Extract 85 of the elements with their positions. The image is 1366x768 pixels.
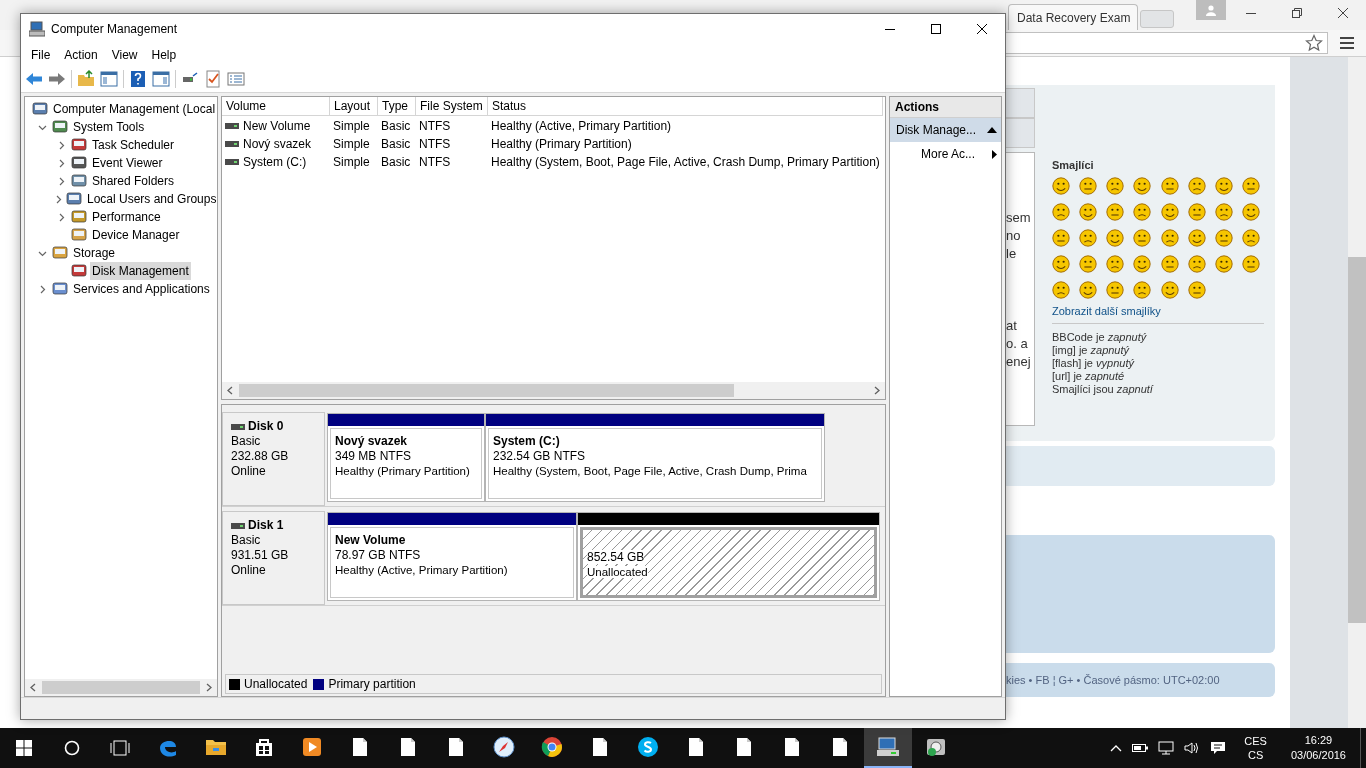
column-header[interactable]: Layout [330, 97, 378, 116]
column-header[interactable]: Status [488, 97, 883, 116]
partition-status: Unallocated [587, 565, 649, 580]
table-cell-text: New Volume [243, 118, 311, 135]
table-cell-text: NTFS [419, 136, 451, 153]
menu-item[interactable]: Help [144, 46, 184, 64]
option-status-text: Smajlíci jsou zapnutí [1052, 383, 1155, 396]
disk-status: Online [231, 563, 267, 578]
menu-item[interactable]: File [24, 46, 58, 64]
disk-label-panel[interactable]: Disk 1 Basic 931.51 GB Online [222, 511, 325, 605]
actions-header: Actions [890, 97, 1001, 118]
menu-item[interactable]: View [104, 46, 145, 64]
message-textarea[interactable]: sem no le at o. a enej [1005, 152, 1035, 426]
disk-type: Basic [231, 434, 262, 449]
option-status-text: [flash] je vypnutý [1052, 357, 1136, 370]
table-cell-text: Simple [333, 136, 370, 153]
partition-name: System (C:) [493, 434, 561, 449]
more-smileys-link[interactable]: Zobrazit další smajlíky [1052, 302, 1265, 319]
smileys-heading: Smajlíci [1052, 158, 1095, 173]
tab-title: Data Recovery Exam [1017, 9, 1131, 27]
partition-block[interactable]: Nový svazek 349 MB NTFS Healthy (Primary Partition) [327, 413, 485, 502]
table-cell-text: Healthy (Active, Primary Partition) [491, 118, 672, 135]
footer-text: kies • FB ¦ G+ • Časové pásmo: UTC+02:00 [1006, 672, 1220, 688]
more-actions-link[interactable]: More Ac... [890, 142, 1001, 166]
table-cell-text: Simple [333, 154, 370, 171]
disk-name: Disk 1 [248, 518, 284, 533]
tree-item[interactable]: System Tools [71, 118, 147, 136]
partition-block[interactable]: New Volume 78.97 GB NTFS Healthy (Active, Primary Partition) [327, 512, 577, 601]
textarea-text: enej [1006, 353, 1032, 371]
tree-item[interactable]: Task Scheduler [90, 136, 177, 154]
textarea-text: le [1006, 245, 1018, 263]
tree-item[interactable]: Local Users and Groups [85, 190, 217, 208]
legend-label: Unallocated [244, 676, 308, 693]
input-language[interactable]: CES CS [1244, 734, 1267, 762]
column-header[interactable]: File System [416, 97, 488, 116]
tree-item[interactable]: Shared Folders [90, 172, 177, 190]
partition-block[interactable]: System (C:) 232.54 GB NTFS Healthy (System, Boot, Page File, Active, Crash Dump, Prima [485, 413, 825, 502]
table-cell-text: NTFS [419, 118, 451, 135]
partition-size: 78.97 GB NTFS [335, 548, 422, 563]
partition-block[interactable]: 852.54 GB Unallocated [577, 512, 880, 601]
partition-name: New Volume [335, 533, 407, 548]
disk-label-panel[interactable]: Disk 0 Basic 232.88 GB Online [222, 412, 325, 506]
tree-item[interactable]: Storage [71, 244, 118, 262]
partition-status: Healthy (System, Boot, Page File, Active, Crash Dump, Prima [493, 464, 808, 479]
textarea-text: sem [1006, 209, 1032, 227]
disk-size: 232.88 GB [231, 449, 290, 464]
table-cell-text: NTFS [419, 154, 451, 171]
partition-status: Healthy (Primary Partition) [335, 464, 471, 479]
tree-item[interactable]: Services and Applications [71, 280, 212, 298]
actions-group-header[interactable]: Disk Manage... [890, 118, 1001, 142]
window-title: Computer Management [51, 21, 178, 38]
disk-status: Online [231, 464, 267, 479]
textarea-text: no [1006, 227, 1022, 245]
textarea-text: at [1006, 317, 1018, 335]
table-cell-text: Nový svazek [243, 136, 312, 153]
tree-item[interactable]: Computer Management (Local [51, 100, 217, 118]
disk-name: Disk 0 [248, 419, 284, 434]
disk-size: 931.51 GB [231, 548, 290, 563]
table-cell-text: Healthy (Primary Partition) [491, 136, 632, 153]
option-status-text: [img] je zapnutý [1052, 344, 1131, 357]
tree-item[interactable]: Event Viewer [90, 154, 165, 172]
table-cell-text: Basic [381, 154, 411, 171]
tree-item[interactable]: Device Manager [90, 226, 182, 244]
legend-label: Primary partition [328, 676, 416, 693]
partition-size: 349 MB NTFS [335, 449, 413, 464]
option-status-text: [url] je zapnuté [1052, 370, 1126, 383]
tree-item[interactable]: Performance [90, 208, 163, 226]
menu-item[interactable]: Action [57, 46, 105, 64]
partition-name: Nový svazek [335, 434, 409, 449]
table-cell-text: Simple [333, 118, 370, 135]
column-header[interactable]: Type [378, 97, 416, 116]
partition-size: 852.54 GB [587, 550, 646, 565]
disk-type: Basic [231, 533, 262, 548]
table-cell-text: System (C:) [243, 154, 307, 171]
option-status-text: BBCode je zapnutý [1052, 331, 1148, 344]
clock[interactable]: 16:29 03/06/2016 [1290, 733, 1346, 763]
browser-tab[interactable]: Data Recovery Exam [1008, 4, 1138, 30]
tree-item[interactable]: Disk Management [90, 262, 191, 280]
partition-size: 232.54 GB NTFS [493, 449, 587, 464]
column-header[interactable]: Volume [222, 97, 330, 116]
textarea-text: o. a [1006, 335, 1029, 353]
partition-status: Healthy (Active, Primary Partition) [335, 563, 509, 578]
table-cell-text: Healthy (System, Boot, Page File, Active, Crash Dump, Primary Partition) [491, 154, 880, 171]
table-cell-text: Basic [381, 118, 411, 135]
table-cell-text: Basic [381, 136, 411, 153]
